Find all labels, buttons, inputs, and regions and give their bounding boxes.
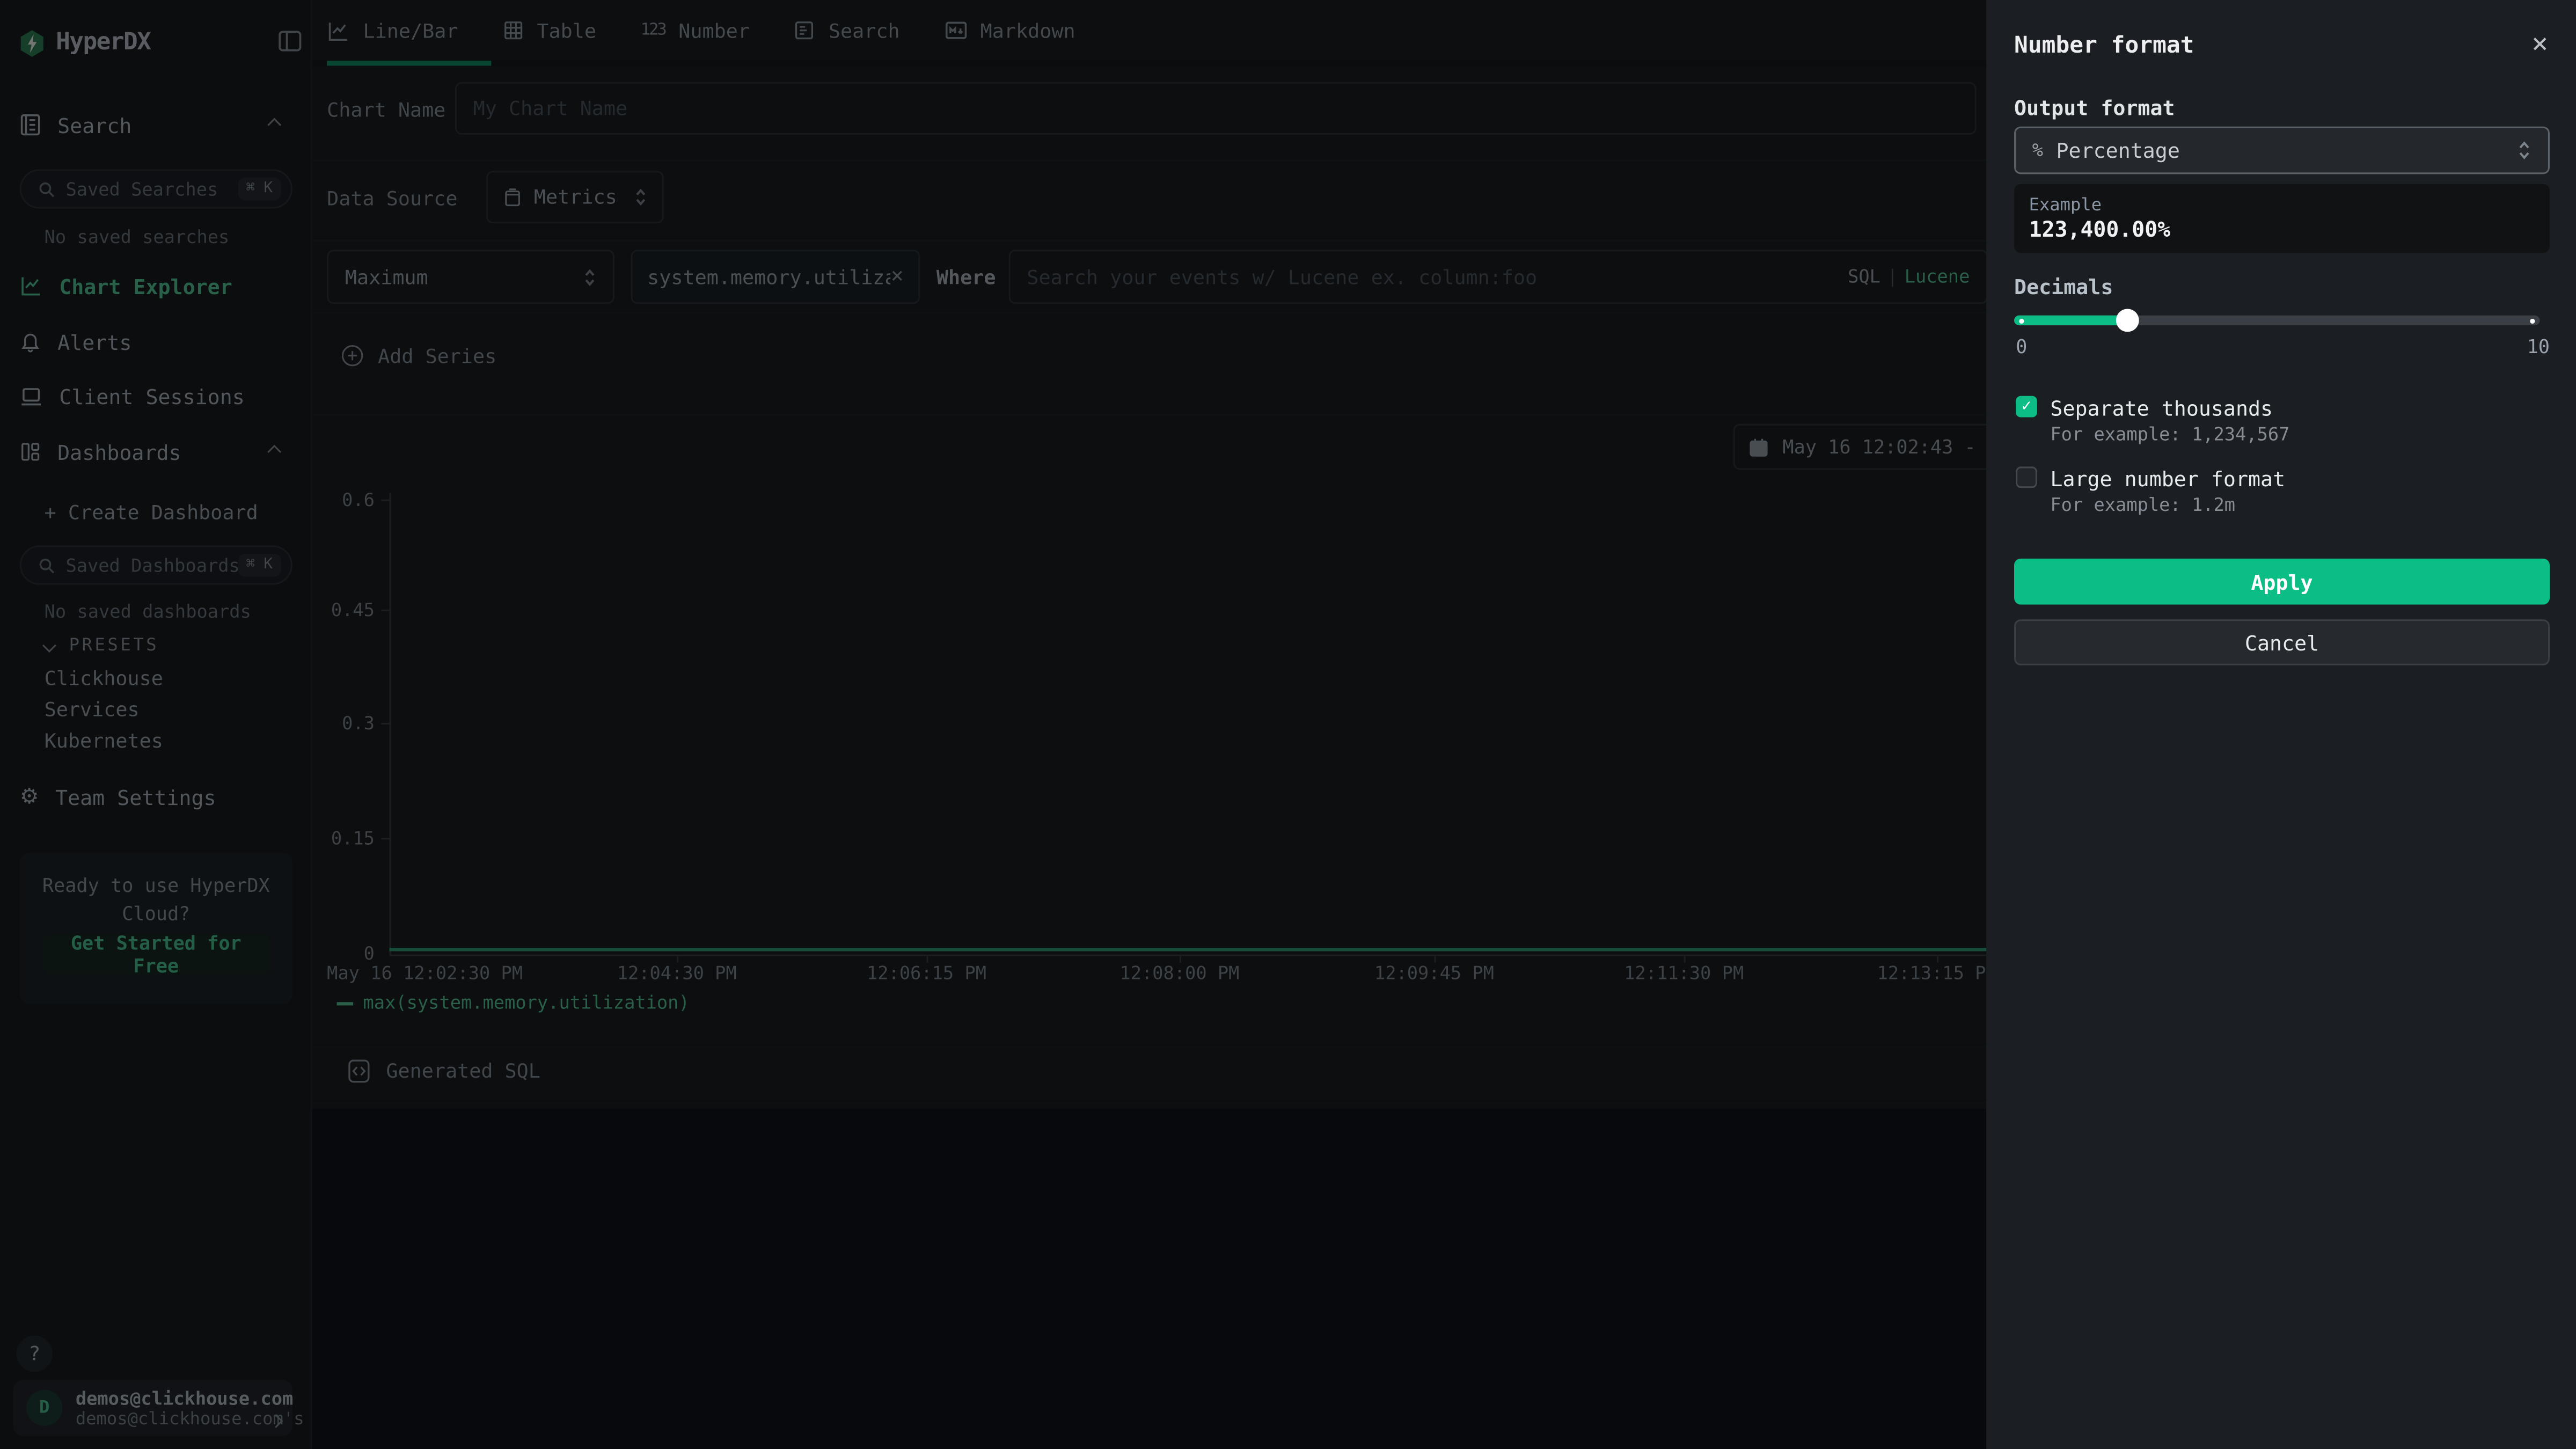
example-value: 123,400.00% bbox=[2029, 218, 2535, 243]
slider-max-label: 10 bbox=[2527, 335, 2550, 358]
decimals-label: Decimals bbox=[2014, 274, 2113, 299]
check-icon: ✓ bbox=[2022, 398, 2031, 416]
large-number-format-hint: For example: 1.2m bbox=[2050, 494, 2235, 516]
output-format-select[interactable]: % Percentage bbox=[2014, 127, 2550, 174]
panel-title: Number format bbox=[2014, 33, 2194, 59]
large-number-format-checkbox[interactable] bbox=[2016, 466, 2037, 488]
apply-button[interactable]: Apply bbox=[2014, 559, 2550, 605]
decimals-slider[interactable] bbox=[2014, 314, 2540, 327]
app-window: HyperDX Search Saved Searches ⌘ K No sav… bbox=[0, 0, 2576, 1449]
percent-icon: % bbox=[2032, 140, 2043, 161]
cancel-button[interactable]: Cancel bbox=[2014, 619, 2550, 665]
separate-thousands-checkbox[interactable]: ✓ bbox=[2016, 396, 2037, 418]
slider-handle[interactable] bbox=[2116, 309, 2139, 332]
format-example-box: Example 123,400.00% bbox=[2014, 184, 2550, 253]
example-label: Example bbox=[2029, 195, 2535, 215]
output-format-label: Output format bbox=[2014, 96, 2175, 120]
close-icon[interactable]: × bbox=[2523, 28, 2556, 61]
number-format-panel: Number format × Output format % Percenta… bbox=[1986, 0, 2576, 1449]
separate-thousands-label[interactable]: Separate thousands bbox=[2050, 396, 2273, 421]
slider-fill bbox=[2014, 316, 2128, 325]
modal-overlay[interactable] bbox=[0, 0, 1986, 1449]
select-chevrons-icon bbox=[2517, 140, 2532, 161]
large-number-format-label[interactable]: Large number format bbox=[2050, 466, 2285, 491]
separate-thousands-hint: For example: 1,234,567 bbox=[2050, 424, 2289, 445]
output-format-value: Percentage bbox=[2056, 138, 2179, 163]
slider-min-label: 0 bbox=[2016, 335, 2027, 358]
